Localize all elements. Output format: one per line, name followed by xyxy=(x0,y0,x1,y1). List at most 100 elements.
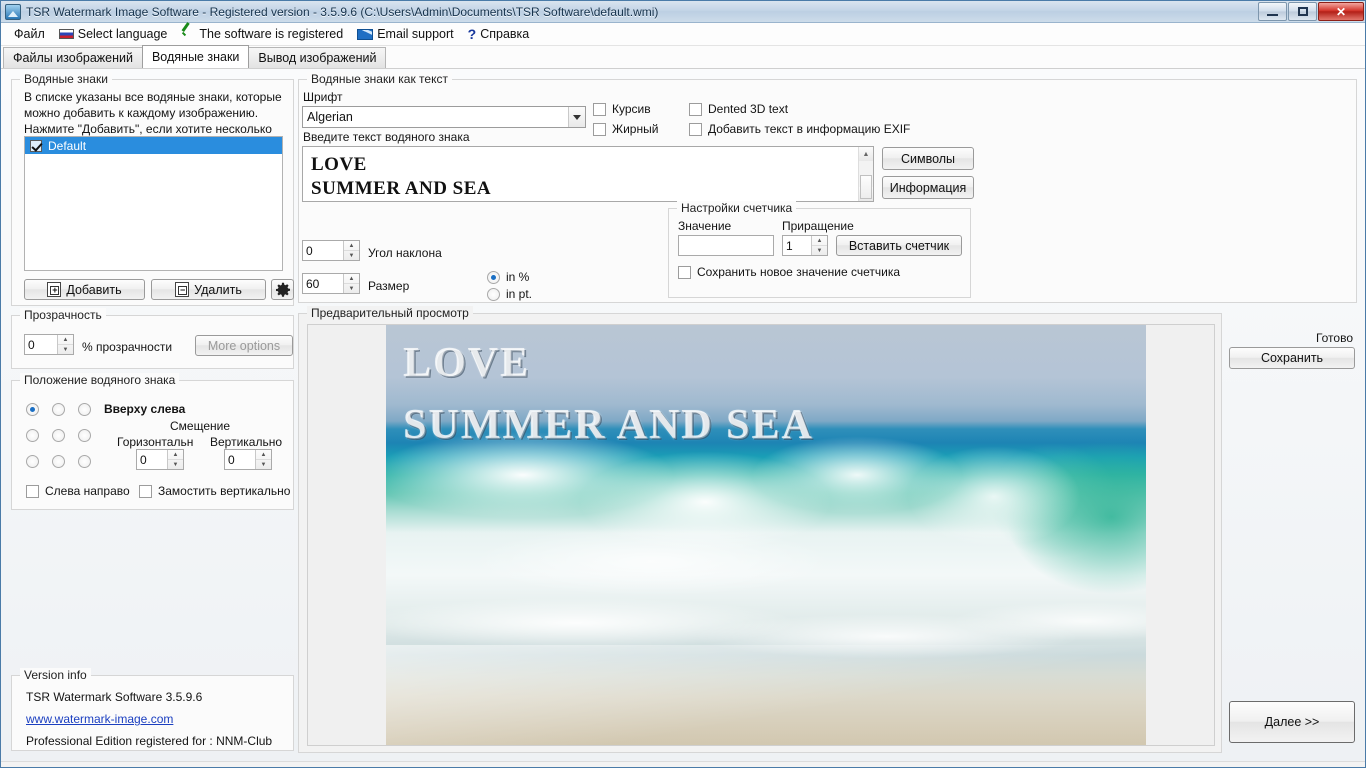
menu-item-help[interactable]: ? Справка xyxy=(461,24,537,44)
insert-counter-button[interactable]: Вставить счетчик xyxy=(836,235,962,256)
radio-dot[interactable] xyxy=(52,429,65,442)
scrollbar-track[interactable] xyxy=(859,161,873,199)
maximize-button[interactable] xyxy=(1288,2,1317,21)
add-watermark-button[interactable]: + Добавить xyxy=(24,279,145,300)
checkbox-box[interactable] xyxy=(689,122,702,136)
watermark-text-scrollbar[interactable]: ▲ ▼ xyxy=(858,147,873,201)
radio-dot[interactable] xyxy=(78,403,91,416)
horizontal-scrollbar[interactable] xyxy=(1,761,1365,767)
stepper-up-icon[interactable]: ▲ xyxy=(256,450,271,460)
tab-image-output[interactable]: Вывод изображений xyxy=(248,47,387,68)
counter-increment-stepper[interactable]: 1 ▲ ▼ xyxy=(782,235,828,256)
stepper-up-icon[interactable]: ▲ xyxy=(58,335,73,345)
stepper-down-icon[interactable]: ▼ xyxy=(168,460,183,469)
angle-value[interactable]: 0 xyxy=(303,241,343,260)
watermark-settings-button[interactable] xyxy=(271,279,294,300)
checkbox-box[interactable] xyxy=(593,122,606,136)
angle-stepper-arrows[interactable]: ▲ ▼ xyxy=(343,241,359,260)
stepper-down-icon[interactable]: ▼ xyxy=(812,246,827,255)
size-stepper-arrows[interactable]: ▲ ▼ xyxy=(343,274,359,293)
close-button[interactable]: ✕ xyxy=(1318,2,1364,21)
offset-vertical-stepper[interactable]: 0 ▲ ▼ xyxy=(224,449,272,470)
radio-dot[interactable] xyxy=(26,455,39,468)
left-to-right-checkbox[interactable]: Слева направо xyxy=(26,484,130,498)
checkbox-box[interactable] xyxy=(139,484,152,498)
list-item-checkbox[interactable] xyxy=(30,139,42,152)
minimize-button[interactable] xyxy=(1258,2,1287,21)
counter-increment-value[interactable]: 1 xyxy=(783,236,811,255)
stepper-down-icon[interactable]: ▼ xyxy=(256,460,271,469)
website-link[interactable]: www.watermark-image.com xyxy=(26,712,173,726)
radio-dot[interactable] xyxy=(78,455,91,468)
checkbox-box[interactable] xyxy=(678,265,691,279)
tab-watermarks[interactable]: Водяные знаки xyxy=(141,45,250,68)
save-button[interactable]: Сохранить xyxy=(1229,347,1355,369)
position-radio-top-left[interactable] xyxy=(26,403,39,416)
offset-horizontal-value[interactable]: 0 xyxy=(137,450,167,469)
offset-horizontal-stepper[interactable]: 0 ▲ ▼ xyxy=(136,449,184,470)
stepper-up-icon[interactable]: ▲ xyxy=(168,450,183,460)
stepper-down-icon[interactable]: ▼ xyxy=(344,251,359,260)
chevron-down-icon[interactable] xyxy=(568,107,585,127)
transparency-value[interactable]: 0 xyxy=(25,335,57,354)
delete-watermark-button[interactable]: − Удалить xyxy=(151,279,266,300)
scrollbar-thumb[interactable] xyxy=(860,175,872,199)
position-radio-bottom-center[interactable] xyxy=(52,455,65,468)
stepper-up-icon[interactable]: ▲ xyxy=(344,241,359,251)
radio-dot[interactable] xyxy=(487,270,500,284)
watermark-text-area[interactable]: LOVE SUMMER AND SEA ▲ ▼ xyxy=(302,146,874,202)
position-radio-bottom-left[interactable] xyxy=(26,455,39,468)
unit-points-radio[interactable]: in pt. xyxy=(487,287,532,301)
position-radio-top-center[interactable] xyxy=(52,403,65,416)
checkbox-box[interactable] xyxy=(26,484,39,498)
stepper-up-icon[interactable]: ▲ xyxy=(344,274,359,284)
menu-item-select-language[interactable]: Select language xyxy=(52,25,175,43)
font-select[interactable]: Algerian xyxy=(302,106,586,128)
counter-value-input[interactable] xyxy=(678,235,774,256)
size-stepper[interactable]: 60 ▲ ▼ xyxy=(302,273,360,294)
position-radio-middle-center[interactable] xyxy=(52,429,65,442)
checkbox-box[interactable] xyxy=(689,102,702,116)
angle-stepper[interactable]: 0 ▲ ▼ xyxy=(302,240,360,261)
stepper-down-icon[interactable]: ▼ xyxy=(58,345,73,354)
offset-vertical-value[interactable]: 0 xyxy=(225,450,255,469)
list-item[interactable]: Default xyxy=(25,137,282,154)
menu-item-software-registered[interactable]: The software is registered xyxy=(174,25,350,43)
radio-dot[interactable] xyxy=(52,403,65,416)
exif-text-checkbox[interactable]: Добавить текст в информацию EXIF xyxy=(689,122,910,136)
preview-canvas[interactable]: LOVE SUMMER AND SEA xyxy=(307,324,1215,746)
next-button[interactable]: Далее >> xyxy=(1229,701,1355,743)
checkbox-box[interactable] xyxy=(593,102,606,116)
dented-3d-text-checkbox[interactable]: Dented 3D text xyxy=(689,102,788,116)
offset-horizontal-arrows[interactable]: ▲ ▼ xyxy=(167,450,183,469)
transparency-stepper-arrows[interactable]: ▲ ▼ xyxy=(57,335,73,354)
tab-image-files[interactable]: Файлы изображений xyxy=(3,47,143,68)
radio-dot[interactable] xyxy=(26,403,39,416)
preview-image[interactable]: LOVE SUMMER AND SEA xyxy=(386,325,1146,745)
italic-checkbox[interactable]: Курсив xyxy=(593,102,651,116)
bold-checkbox[interactable]: Жирный xyxy=(593,122,658,136)
stepper-up-icon[interactable]: ▲ xyxy=(812,236,827,246)
watermark-list[interactable]: Default xyxy=(24,136,283,271)
position-radio-top-right[interactable] xyxy=(78,403,91,416)
tile-vertically-checkbox[interactable]: Замостить вертикально xyxy=(139,484,290,498)
radio-dot[interactable] xyxy=(26,429,39,442)
watermark-text-content[interactable]: LOVE SUMMER AND SEA xyxy=(303,147,858,201)
size-value[interactable]: 60 xyxy=(303,274,343,293)
symbols-button[interactable]: Символы xyxy=(882,147,974,170)
more-options-button[interactable]: More options xyxy=(195,335,293,356)
position-radio-middle-right[interactable] xyxy=(78,429,91,442)
stepper-down-icon[interactable]: ▼ xyxy=(344,284,359,293)
radio-dot[interactable] xyxy=(78,429,91,442)
offset-vertical-arrows[interactable]: ▲ ▼ xyxy=(255,450,271,469)
radio-dot[interactable] xyxy=(52,455,65,468)
menu-item-file[interactable]: Файл xyxy=(7,25,52,43)
unit-percent-radio[interactable]: in % xyxy=(487,270,529,284)
menu-item-email-support[interactable]: Email support xyxy=(350,25,460,43)
position-radio-middle-left[interactable] xyxy=(26,429,39,442)
position-radio-bottom-right[interactable] xyxy=(78,455,91,468)
save-counter-value-checkbox[interactable]: Сохранить новое значение счетчика xyxy=(678,265,900,279)
info-button[interactable]: Информация xyxy=(882,176,974,199)
scroll-up-icon[interactable]: ▲ xyxy=(859,147,873,161)
radio-dot[interactable] xyxy=(487,287,500,301)
